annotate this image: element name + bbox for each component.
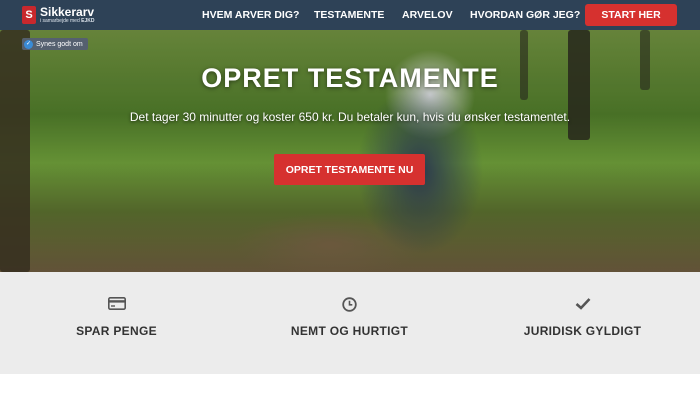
hero-title: OPRET TESTAMENTE <box>201 63 499 93</box>
like-badge[interactable]: ✓ Synes godt om <box>22 38 88 50</box>
start-here-button[interactable]: START HER <box>585 4 677 26</box>
nav-link-hvordan-goer-jeg[interactable]: HVORDAN GØR JEG? <box>470 0 580 30</box>
feature-juridisk-gyldigt: JURIDISK GYLDIGT <box>466 272 699 374</box>
check-icon: ✓ <box>24 39 33 49</box>
nav-link-hvem-arver-dig[interactable]: HVEM ARVER DIG? <box>202 0 299 30</box>
brand-tagline: i samarbejde med EJKD <box>40 18 95 24</box>
feature-spar-penge: SPAR PENGE <box>0 272 233 374</box>
feature-label: NEMT OG HURTIGT <box>290 324 409 338</box>
create-testament-button[interactable]: OPRET TESTAMENTE NU <box>274 154 425 185</box>
hero-subtitle: Det tager 30 minutter og koster 650 kr. … <box>129 110 571 124</box>
logo-text: Sikkerarv i samarbejde med EJKD <box>40 6 94 24</box>
features-section: SPAR PENGE NEMT OG HURTIGT JURIDISK GYLD… <box>0 272 700 374</box>
hero-section: ✓ Synes godt om OPRET TESTAMENTE Det tag… <box>0 30 700 272</box>
site-logo[interactable]: S Sikkerarv i samarbejde med EJKD <box>22 5 94 25</box>
top-navbar: S Sikkerarv i samarbejde med EJKD HVEM A… <box>0 0 700 30</box>
credit-card-icon <box>0 297 233 310</box>
logo-mark-icon: S <box>22 6 36 24</box>
nav-link-arvelov[interactable]: ARVELOV <box>402 0 453 30</box>
clock-icon <box>233 297 466 312</box>
brand-name: Sikkerarv <box>40 5 95 19</box>
page-content-start <box>0 374 700 400</box>
feature-nemt-og-hurtigt: NEMT OG HURTIGT <box>233 272 466 374</box>
checkmark-icon <box>466 297 699 310</box>
feature-label: SPAR PENGE <box>76 324 157 338</box>
nav-link-testamente[interactable]: TESTAMENTE <box>314 0 384 30</box>
like-badge-label: Synes godt om <box>36 40 83 48</box>
feature-label: JURIDISK GYLDIGT <box>523 324 642 338</box>
